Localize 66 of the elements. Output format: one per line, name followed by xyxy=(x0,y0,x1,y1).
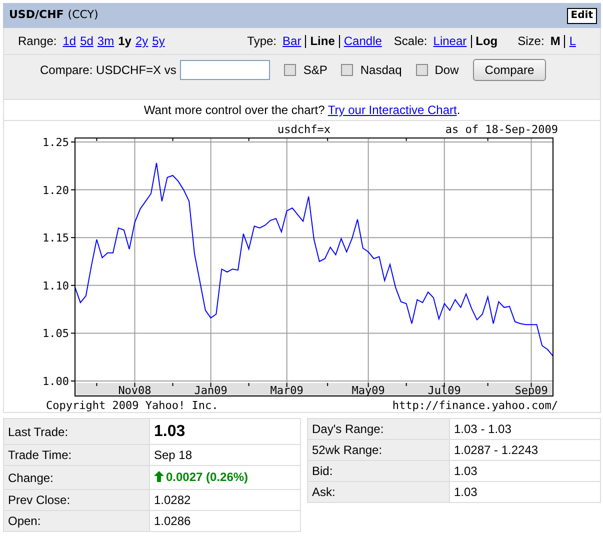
field-label: Day's Range: xyxy=(308,418,450,440)
option-link[interactable]: Linear xyxy=(433,32,467,50)
change-value: 0.0027 (0.26%) xyxy=(166,468,248,486)
checkbox[interactable] xyxy=(341,64,354,76)
chart-title: usdchf=x xyxy=(278,123,330,136)
y-axis-label: 1.10 xyxy=(42,279,69,292)
compare-label: Compare: USDCHF=X vs xyxy=(40,62,176,78)
option-selected[interactable]: M xyxy=(550,32,560,50)
field-label: Prev Close: xyxy=(4,490,150,510)
option-link[interactable]: 2y xyxy=(135,32,148,50)
field-label: 52wk Range: xyxy=(308,440,450,460)
option-link[interactable]: 5d xyxy=(80,32,94,50)
control-label: Type: xyxy=(247,33,277,50)
field-value: 1.03 xyxy=(450,482,600,502)
x-axis-label: Jan09 xyxy=(194,384,228,397)
option-link[interactable]: 1d xyxy=(62,32,76,50)
checkbox-label: Dow xyxy=(434,62,459,78)
field-value: 1.0286 xyxy=(150,510,300,532)
field-label: Open: xyxy=(4,510,150,532)
option-link[interactable]: 5y xyxy=(152,32,165,50)
field-value: Sep 18 xyxy=(150,444,300,466)
field-label: Last Trade: xyxy=(4,418,150,444)
checkbox-label: S&P xyxy=(303,62,328,78)
chart-date: as of 18-Sep-2009 xyxy=(445,123,558,136)
promo-text: Want more control over the chart? Try our Interactive Chart. xyxy=(144,102,460,119)
control-label: Range: xyxy=(18,33,57,50)
quote-title: USD/CHF xyxy=(9,7,64,24)
option-link[interactable]: 3m xyxy=(97,32,114,50)
y-axis-label: 1.25 xyxy=(42,136,69,149)
x-axis-label: Sep09 xyxy=(514,384,548,397)
checkbox-label: Nasdaq xyxy=(360,62,402,78)
field-value: 1.0282 xyxy=(150,490,300,510)
x-axis-label: May09 xyxy=(352,384,385,397)
up-arrow-icon xyxy=(154,471,164,482)
x-axis-label: Mar09 xyxy=(270,384,304,397)
option-selected[interactable]: 1y xyxy=(118,32,132,50)
source-url: http://finance.yahoo.com/ xyxy=(392,399,558,412)
option-link[interactable]: Candle xyxy=(344,32,382,50)
control-label: Size: xyxy=(518,33,544,50)
control-label: Scale: xyxy=(394,33,428,50)
x-axis-label: Jul09 xyxy=(428,384,461,397)
field-value: 1.03 - 1.03 xyxy=(450,418,600,440)
checkbox[interactable] xyxy=(416,64,428,76)
option-link[interactable]: Bar xyxy=(282,32,302,50)
field-value: 1.03 xyxy=(450,460,600,482)
field-label: Bid: xyxy=(308,460,450,482)
field-value: 1.0287 - 1.2243 xyxy=(450,440,600,460)
edit-button[interactable]: Edit xyxy=(566,8,597,24)
option-selected[interactable]: Log xyxy=(476,32,498,50)
y-axis-label: 1.05 xyxy=(42,327,69,340)
y-axis-label: 1.20 xyxy=(42,184,69,197)
option-selected[interactable]: Line xyxy=(310,32,335,50)
y-axis-label: 1.15 xyxy=(42,232,69,245)
checkbox[interactable] xyxy=(284,64,296,76)
interactive-chart-link[interactable]: Try our Interactive Chart xyxy=(328,103,457,117)
field-label: Ask: xyxy=(308,482,450,502)
compare-button[interactable]: Compare xyxy=(472,58,546,80)
y-axis-label: 1.00 xyxy=(42,375,69,388)
option-link[interactable]: L xyxy=(569,32,576,50)
x-axis-label: Nov08 xyxy=(118,384,152,397)
compare-input[interactable] xyxy=(180,60,270,80)
field-label: Change: xyxy=(4,466,150,490)
quote-type: (CCY) xyxy=(68,7,98,24)
field-label: Trade Time: xyxy=(4,444,150,466)
copyright-text: Copyright 2009 Yahoo! Inc. xyxy=(46,399,218,412)
field-value: 1.03 xyxy=(150,418,300,444)
